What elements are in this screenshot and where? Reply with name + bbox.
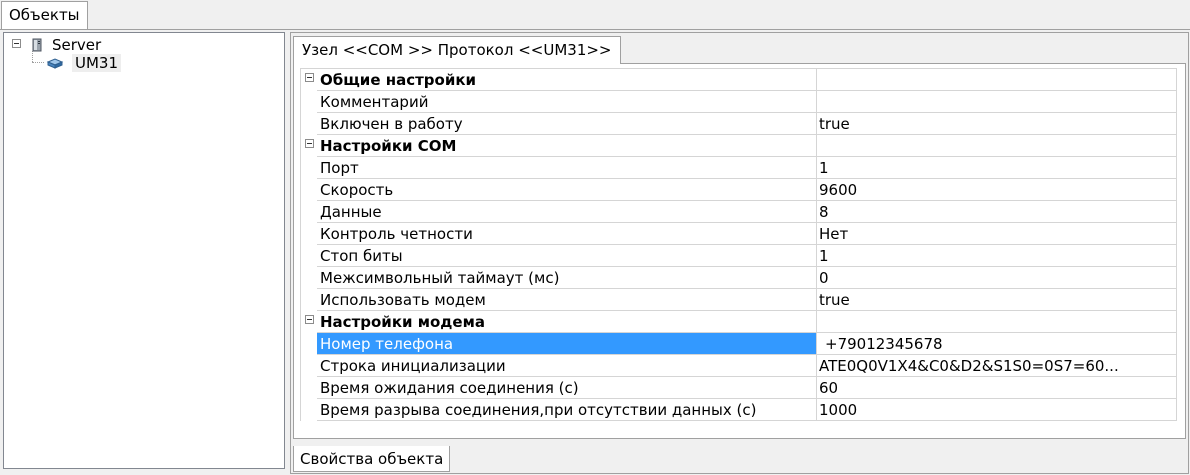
property-name: Номер телефона xyxy=(317,333,817,355)
property-row[interactable]: Использовать модем true xyxy=(301,289,1177,311)
property-name: Данные xyxy=(317,201,817,223)
property-name: Строка инициализации xyxy=(317,355,817,377)
property-value[interactable]: 1 xyxy=(817,245,1177,267)
property-name: Время разрыва соединения,при отсутствии … xyxy=(317,399,817,421)
property-value[interactable] xyxy=(817,91,1177,113)
group-row-general[interactable]: Общие настройки xyxy=(301,69,1177,91)
property-value xyxy=(817,311,1177,333)
collapse-icon[interactable] xyxy=(12,39,21,48)
device-icon xyxy=(46,58,64,69)
property-value[interactable]: Нет xyxy=(817,223,1177,245)
group-row-com[interactable]: Настройки COM xyxy=(301,135,1177,157)
tree-connector xyxy=(32,62,44,63)
property-name: Скорость xyxy=(317,179,817,201)
property-name: Включен в работу xyxy=(317,113,817,135)
server-icon xyxy=(32,38,42,52)
property-name: Контроль четности xyxy=(317,223,817,245)
property-name: Общие настройки xyxy=(317,69,817,91)
property-row[interactable]: Комментарий xyxy=(301,91,1177,113)
property-value[interactable]: 0 xyxy=(817,267,1177,289)
tab-node-protocol[interactable]: Узел <<COM >> Протокол <<UM31>> xyxy=(293,36,621,64)
property-name: Использовать модем xyxy=(317,289,817,311)
property-value[interactable]: true xyxy=(817,289,1177,311)
property-name: Порт xyxy=(317,157,817,179)
property-row[interactable]: Порт 1 xyxy=(301,157,1177,179)
collapse-icon[interactable] xyxy=(305,139,314,148)
group-row-modem[interactable]: Настройки модема xyxy=(301,311,1177,333)
property-row[interactable]: Контроль четности Нет xyxy=(301,223,1177,245)
property-value[interactable]: true xyxy=(817,113,1177,135)
top-tab-bar xyxy=(0,0,1190,30)
collapse-icon[interactable] xyxy=(305,315,314,324)
property-name: Настройки COM xyxy=(317,135,817,157)
property-value xyxy=(817,135,1177,157)
property-row-selected[interactable]: Номер телефона +79012345678 xyxy=(301,333,1177,355)
tree-node-label: Server xyxy=(52,36,102,54)
property-row[interactable]: Время разрыва соединения,при отсутствии … xyxy=(301,399,1177,421)
property-value-editor[interactable]: +79012345678 xyxy=(817,333,1177,355)
property-row[interactable]: Время ожидания соединения (с) 60 xyxy=(301,377,1177,399)
property-row[interactable]: Межсимвольный таймаут (мс) 0 xyxy=(301,267,1177,289)
property-name: Время ожидания соединения (с) xyxy=(317,377,817,399)
property-row[interactable]: Данные 8 xyxy=(301,201,1177,223)
tab-objects[interactable]: Объекты xyxy=(1,1,88,29)
object-tree[interactable]: Server UM31 xyxy=(3,32,285,469)
property-name: Стоп биты xyxy=(317,245,817,267)
property-value[interactable]: 1000 xyxy=(817,399,1177,421)
tree-connector xyxy=(32,51,33,62)
tree-node-label: UM31 xyxy=(72,54,122,72)
tab-object-properties[interactable]: Свойства объекта xyxy=(293,446,451,472)
property-name: Межсимвольный таймаут (мс) xyxy=(317,267,817,289)
property-value[interactable]: 8 xyxy=(817,201,1177,223)
property-row[interactable]: Включен в работу true xyxy=(301,113,1177,135)
property-name: Настройки модема xyxy=(317,311,817,333)
property-row[interactable]: Скорость 9600 xyxy=(301,179,1177,201)
property-row[interactable]: Строка инициализации ATE0Q0V1X4&C0&D2&S1… xyxy=(301,355,1177,377)
property-name: Комментарий xyxy=(317,91,817,113)
collapse-icon[interactable] xyxy=(305,73,314,82)
property-value xyxy=(817,69,1177,91)
property-row[interactable]: Стоп биты 1 xyxy=(301,245,1177,267)
property-value[interactable]: ATE0Q0V1X4&C0&D2&S1S0=0S7=60... xyxy=(817,355,1177,377)
property-value[interactable]: 9600 xyxy=(817,179,1177,201)
property-value[interactable]: 60 xyxy=(817,377,1177,399)
property-value[interactable]: 1 xyxy=(817,157,1177,179)
